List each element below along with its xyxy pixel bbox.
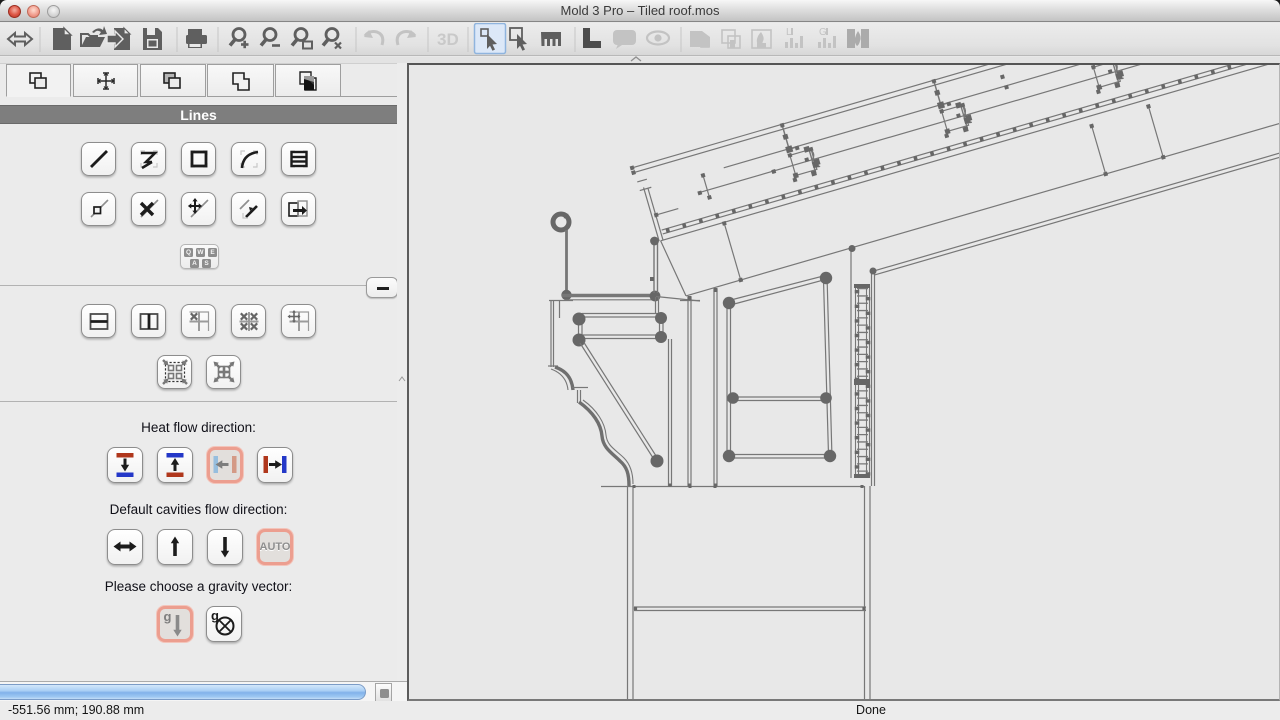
svg-text:AUTO: AUTO [260, 541, 291, 553]
svg-text:g: g [164, 609, 172, 624]
svg-text:G: G [819, 27, 827, 38]
svg-text:3D: 3D [437, 30, 459, 49]
